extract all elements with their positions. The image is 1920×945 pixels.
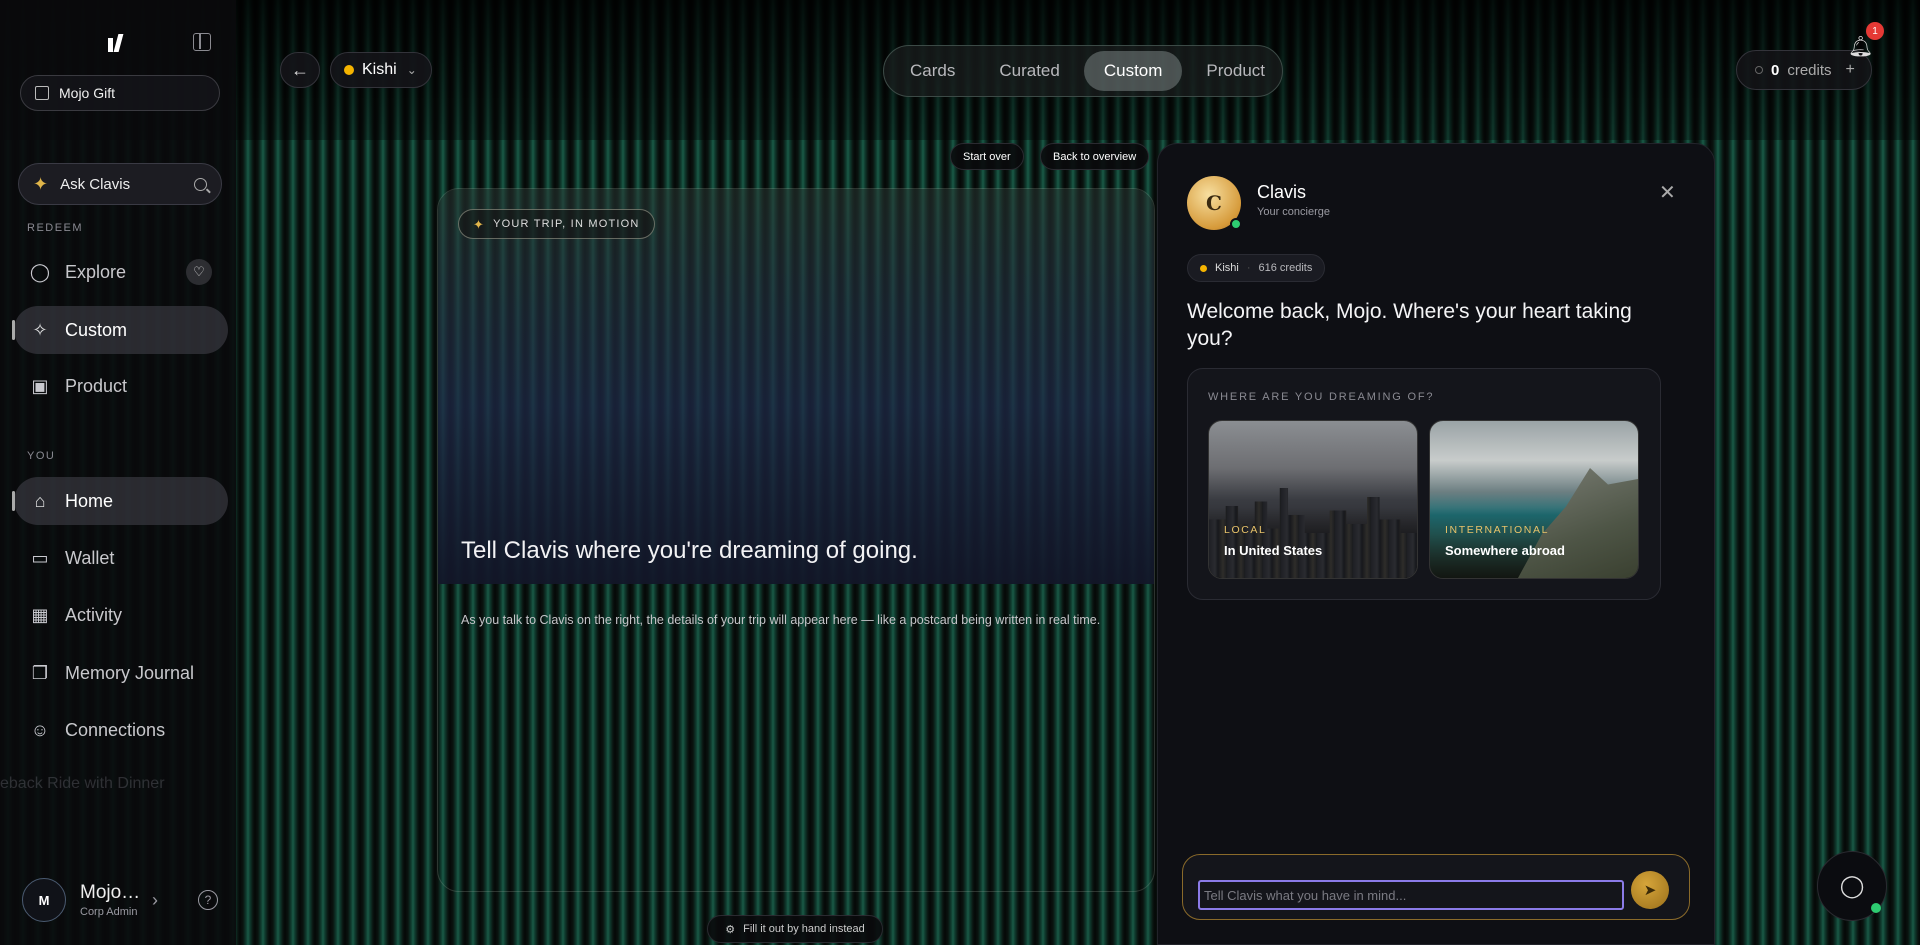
ask-clavis-label: Ask Clavis — [60, 175, 131, 193]
gift-icon: ▣ — [31, 375, 49, 396]
trip-description: As you talk to Clavis on the right, the … — [461, 613, 1101, 627]
chat-bubble-icon: ◯ — [1839, 873, 1865, 898]
online-status-dot — [1871, 903, 1881, 913]
app-logo[interactable] — [108, 32, 132, 52]
sidebar-item-label: Wallet — [65, 547, 115, 568]
account-name: Kishi — [362, 61, 397, 78]
destination-question-card: WHERE ARE YOU DREAMING OF? LOCAL In Unit… — [1187, 368, 1661, 600]
users-icon: ☺ — [30, 719, 50, 740]
background-ghost-text: eback Ride with Dinner — [0, 775, 165, 792]
section-label-you: YOU — [27, 450, 56, 462]
sidebar-item-label: Custom — [65, 319, 128, 340]
start-over-button[interactable]: Start over — [950, 143, 1024, 170]
sidebar-item-label: Activity — [65, 604, 123, 625]
chat-credits: 616 credits — [1258, 262, 1313, 274]
user-profile-card[interactable]: M Mojo… Corp Admin › ? — [0, 860, 236, 940]
sidebar-item-label: Connections — [65, 719, 166, 740]
trip-badge-label: YOUR TRIP, IN MOTION — [493, 218, 640, 230]
coastal-mountain-image — [1518, 468, 1638, 578]
sparkle-icon: ✦ — [473, 216, 486, 232]
back-button[interactable]: ← — [280, 52, 320, 88]
send-button[interactable]: ➤ — [1631, 871, 1669, 909]
book-icon: ❐ — [31, 662, 49, 683]
concierge-subtitle: Your concierge — [1257, 206, 1330, 218]
globe-icon: ◯ — [29, 261, 51, 282]
arrow-left-icon: ← — [291, 59, 309, 80]
destination-tag: INTERNATIONAL — [1445, 524, 1550, 536]
concierge-name: Clavis — [1257, 182, 1307, 202]
send-icon: ➤ — [1643, 882, 1657, 899]
destination-label: Somewhere abroad — [1445, 543, 1565, 558]
sliders-icon: ⚙︎ — [725, 923, 736, 936]
chat-input[interactable] — [1198, 880, 1624, 910]
destination-option-local[interactable]: LOCAL In United States — [1208, 420, 1418, 579]
chevron-right-icon[interactable]: › — [152, 890, 158, 911]
home-icon: ⌂ — [34, 490, 46, 511]
calendar-check-icon: ▦ — [31, 604, 49, 625]
chat-account-name: Kishi — [1215, 262, 1239, 274]
chevron-down-icon: ⌄ — [406, 63, 417, 77]
trip-title: Tell Clavis where you're dreaming of goi… — [461, 537, 918, 564]
destination-option-international[interactable]: INTERNATIONAL Somewhere abroad — [1429, 420, 1639, 579]
destination-label: In United States — [1224, 543, 1323, 558]
status-dot — [344, 65, 354, 75]
org-switcher-button[interactable]: Mojo Gift — [20, 75, 220, 111]
separator: · — [1246, 262, 1251, 274]
credits-value: 0 — [1771, 61, 1780, 79]
welcome-message: Welcome back, Mojo. Where's your heart t… — [1187, 300, 1632, 350]
sidebar-collapse-icon[interactable] — [193, 33, 211, 51]
sidebar-item-activity[interactable]: ▦ Activity — [14, 591, 228, 639]
account-credits-pill: Kishi · 616 credits — [1187, 254, 1326, 282]
online-status-dot — [1230, 218, 1242, 230]
user-name: Mojo… — [80, 882, 141, 903]
help-icon[interactable]: ? — [198, 890, 218, 910]
sidebar-item-wallet[interactable]: ▭ Wallet — [14, 534, 228, 582]
favorite-heart-icon[interactable]: ♡ — [186, 259, 212, 285]
tab-cards[interactable]: Cards — [890, 51, 975, 91]
trip-hero: ✦ YOUR TRIP, IN MOTION Tell Clavis where… — [438, 189, 1154, 584]
user-role: Corp Admin — [80, 906, 138, 918]
avatar: M — [22, 878, 66, 922]
fill-by-hand-label: Fill it out by hand instead — [743, 923, 865, 935]
destination-question: WHERE ARE YOU DREAMING OF? — [1208, 391, 1435, 403]
sidebar-item-label: Product — [65, 375, 128, 396]
sparkle-icon: ✧ — [32, 319, 48, 340]
sidebar-item-label: Memory Journal — [65, 662, 195, 683]
sidebar-item-memory-journal[interactable]: ❐ Memory Journal — [14, 649, 228, 697]
mode-tabs: Cards Curated Custom Product — [883, 45, 1283, 97]
destination-tag: LOCAL — [1224, 524, 1267, 536]
wallet-icon: ▭ — [31, 547, 49, 568]
credits-label: credits — [1787, 61, 1832, 79]
account-selector[interactable]: Kishi ⌄ — [330, 52, 432, 88]
add-credits-icon[interactable]: + — [1846, 61, 1855, 79]
sidebar-item-product[interactable]: ▣ Product — [14, 362, 228, 410]
org-name: Mojo Gift — [59, 85, 116, 101]
section-label-redeem: REDEEM — [27, 222, 84, 234]
ask-clavis-button[interactable]: ✦ Ask Clavis — [18, 163, 222, 205]
concierge-chat-panel: C Clavis Your concierge ✕ Kishi · 616 cr… — [1157, 143, 1715, 945]
trip-preview-card: ✦ YOUR TRIP, IN MOTION Tell Clavis where… — [437, 188, 1155, 892]
tab-custom[interactable]: Custom — [1083, 51, 1183, 91]
sidebar-item-label: Home — [65, 490, 114, 511]
coin-icon — [1755, 66, 1763, 74]
fill-by-hand-button[interactable]: ⚙︎ Fill it out by hand instead — [707, 915, 883, 943]
sparkle-icon: ✦ — [33, 174, 49, 194]
sidebar-item-custom[interactable]: ✧ Custom — [12, 306, 228, 354]
sidebar-item-home[interactable]: ⌂ Home — [12, 477, 228, 525]
notification-badge: 1 — [1866, 22, 1884, 40]
building-icon — [35, 86, 49, 100]
search-icon — [194, 177, 207, 191]
sidebar-item-label: Explore — [65, 261, 127, 282]
tab-product[interactable]: Product — [1186, 51, 1285, 91]
sidebar-item-explore[interactable]: ◯ Explore ♡ — [14, 248, 228, 296]
close-icon[interactable]: ✕ — [1659, 180, 1676, 205]
sidebar: Mojo Gift ✦ Ask Clavis REDEEM ◯ Explore … — [0, 0, 236, 945]
trip-status-badge: ✦ YOUR TRIP, IN MOTION — [458, 209, 655, 239]
back-to-overview-button[interactable]: Back to overview — [1040, 143, 1150, 170]
status-dot — [1200, 264, 1207, 272]
tab-curated[interactable]: Curated — [979, 51, 1079, 91]
chat-composer: ➤ — [1182, 854, 1690, 920]
sidebar-item-connections[interactable]: ☺ Connections — [14, 706, 228, 754]
